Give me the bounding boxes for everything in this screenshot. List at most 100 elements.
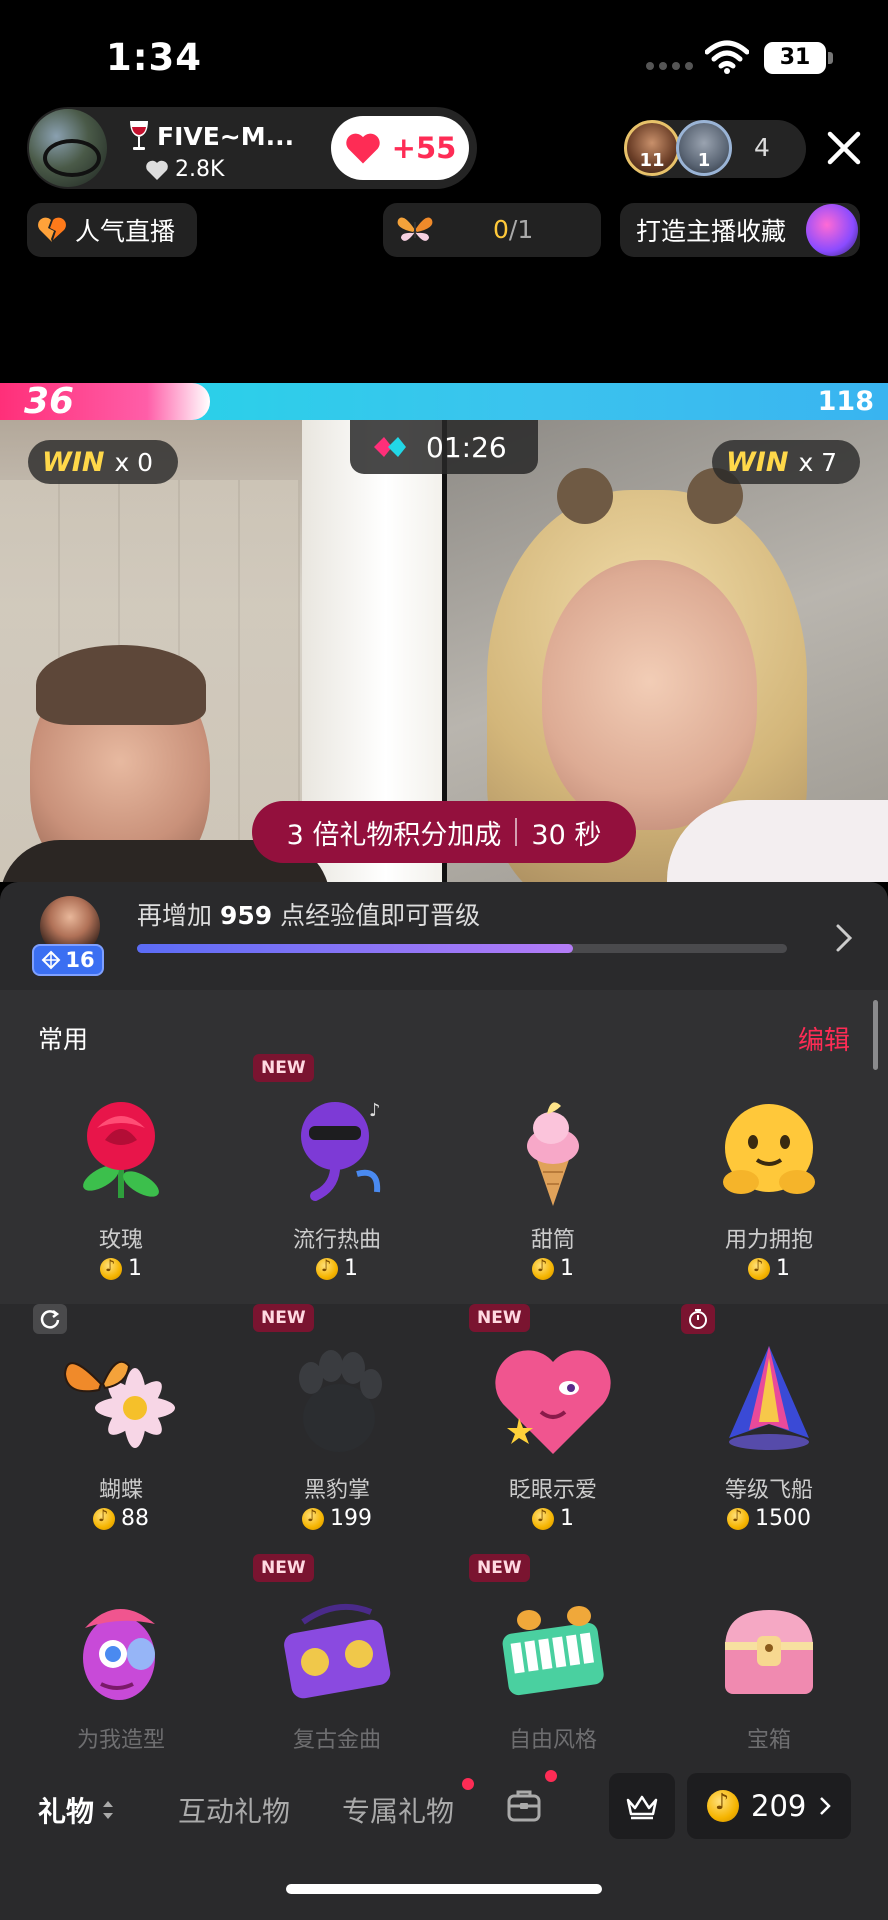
coin-icon xyxy=(532,1506,554,1530)
task-total: /1 xyxy=(508,215,534,244)
crown-icon xyxy=(626,1795,658,1820)
follow-button[interactable]: +55 xyxy=(331,116,469,180)
hug-emoji-icon xyxy=(723,1104,815,1194)
sort-icon xyxy=(103,1801,114,1819)
gift-item-rose[interactable]: 玫瑰 1 xyxy=(13,1070,229,1290)
win-label: WIN xyxy=(42,446,105,478)
popular-live-chip[interactable]: 人气直播 xyxy=(27,203,197,257)
battle-left-score: 36 xyxy=(24,381,75,422)
section-title: 常用 xyxy=(38,1025,89,1054)
viewer-avatar[interactable]: 11 xyxy=(624,120,680,176)
level-progress-track xyxy=(137,944,787,953)
gift-name: 流行热曲 xyxy=(292,1228,381,1253)
level-text-suffix: 点经验值即可晋级 xyxy=(280,901,481,930)
coin-icon xyxy=(93,1506,115,1530)
gift-price-value: 1 xyxy=(344,1256,358,1281)
gift-item-ice-cream[interactable]: 甜筒 1 xyxy=(445,1070,661,1290)
coin-icon xyxy=(100,1256,122,1280)
gift-item-butterfly[interactable]: 蝴蝶 88 xyxy=(13,1304,229,1540)
win-count: x 7 xyxy=(798,447,838,477)
gift-name: 甜筒 xyxy=(530,1228,575,1253)
person-hair xyxy=(36,645,206,725)
coin-icon xyxy=(748,1256,770,1280)
level-message: 再增加 959 点经验值即可晋级 xyxy=(137,896,480,932)
vs-icon xyxy=(374,437,406,457)
person-face xyxy=(542,560,757,830)
vip-button[interactable] xyxy=(609,1773,675,1839)
coin-icon xyxy=(302,1506,324,1530)
tab-gift[interactable]: 礼物 xyxy=(38,1790,116,1830)
viewer-rank: 11 xyxy=(639,150,665,171)
gift-item-panther-paw[interactable]: NEW 黑豹掌 199 xyxy=(229,1304,445,1540)
level-progress-panel[interactable]: 16 再增加 959 点经验值即可晋级 xyxy=(0,882,888,990)
gift-price: 1 xyxy=(445,1256,661,1281)
gift-item-style-me[interactable]: 为我造型 xyxy=(13,1570,229,1790)
gift-boost-banner: 3 倍礼物积分加成 30 秒 xyxy=(252,801,636,863)
viewer-rank: 1 xyxy=(697,150,711,171)
gift-item-retro-song[interactable]: NEW 复古金曲 xyxy=(229,1554,445,1790)
gift-price-value: 1 xyxy=(560,1506,574,1531)
close-icon[interactable] xyxy=(824,128,864,168)
viewer-list[interactable]: 11 1 4 xyxy=(624,120,806,178)
scrollbar[interactable] xyxy=(873,1000,878,1070)
edit-button[interactable]: 编辑 xyxy=(798,1020,850,1057)
gift-name: 蝴蝶 xyxy=(98,1478,143,1503)
level-badge: 16 xyxy=(32,944,104,976)
gift-item-treasure-chest[interactable]: 宝箱 xyxy=(661,1570,877,1790)
level-points: 959 xyxy=(219,901,273,930)
coin-icon xyxy=(532,1256,554,1280)
level-text-prefix: 再增加 xyxy=(137,901,213,930)
gift-name: 为我造型 xyxy=(76,1728,165,1753)
gift-price-value: 1 xyxy=(560,1256,574,1281)
ice-cream-icon xyxy=(527,1102,579,1206)
new-tag: NEW xyxy=(469,1304,530,1332)
battle-timer: 01:26 xyxy=(350,420,538,474)
gift-tab-bar: 礼物 互动礼物 专属礼物 209 xyxy=(0,1770,888,1920)
style-head-icon xyxy=(83,1608,155,1700)
collection-chip[interactable]: 打造主播收藏 xyxy=(620,203,860,257)
gift-price-value: 199 xyxy=(330,1506,372,1531)
tab-exclusive-gifts[interactable]: 专属礼物 xyxy=(342,1790,454,1830)
gift-item-wink-heart[interactable]: NEW 眨眼示爱 1 xyxy=(445,1304,661,1540)
gift-item-hug[interactable]: 用力拥抱 1 xyxy=(661,1070,877,1290)
tab-interactive-gifts[interactable]: 互动礼物 xyxy=(178,1790,290,1830)
gift-item-freestyle[interactable]: NEW 自由风格 xyxy=(445,1554,661,1790)
gift-name: 玫瑰 xyxy=(98,1228,143,1253)
boost-text: 3 倍礼物积分加成 xyxy=(286,819,502,851)
gift-price: 1500 xyxy=(661,1506,877,1531)
butterfly-flower-icon xyxy=(63,1360,175,1448)
gift-price-value: 1500 xyxy=(755,1506,811,1531)
recharge-button[interactable]: 209 xyxy=(687,1773,851,1839)
coin-icon xyxy=(707,1790,739,1822)
home-indicator[interactable] xyxy=(286,1884,602,1894)
gift-price-value: 1 xyxy=(776,1256,790,1281)
task-current: 0 xyxy=(493,215,509,244)
svg-text:♪: ♪ xyxy=(369,1100,381,1121)
viewer-avatar[interactable]: 1 xyxy=(676,120,732,176)
wine-glass-icon xyxy=(130,121,148,150)
chevron-right-icon xyxy=(820,1797,832,1815)
viewer-count: 4 xyxy=(754,133,770,162)
gift-item-pop-song[interactable]: NEW ♪ 流行热曲 1 xyxy=(229,1054,445,1290)
chevron-right-icon[interactable] xyxy=(832,922,856,954)
gift-name: 等级飞船 xyxy=(724,1478,813,1503)
host-avatar[interactable] xyxy=(29,109,107,187)
refresh-icon xyxy=(33,1304,67,1334)
backpack-icon[interactable] xyxy=(505,1786,543,1824)
tab-gift-label: 礼物 xyxy=(38,1795,95,1828)
right-win-badge: WIN x 7 xyxy=(712,440,860,484)
new-tag: NEW xyxy=(469,1554,530,1582)
butterfly-icon xyxy=(397,217,433,241)
boost-time: 30 秒 xyxy=(531,819,602,851)
microphone-icon: ♪ xyxy=(301,1100,381,1201)
follow-plus-label: +55 xyxy=(391,131,457,165)
level-progress-fill xyxy=(137,944,573,953)
host-info-pill[interactable]: FIVE~M... 2.8K +55 xyxy=(27,107,477,189)
task-progress-chip[interactable]: 0/1 xyxy=(383,203,601,257)
gift-panel: 常用 编辑 玫瑰 1 NEW ♪ 流行热曲 1 xyxy=(0,990,888,1770)
gift-item-level-ship[interactable]: 等级飞船 1500 xyxy=(661,1304,877,1540)
battle-right-score: 118 xyxy=(817,386,874,417)
gift-price-value: 1 xyxy=(128,1256,142,1281)
win-count: x 0 xyxy=(114,447,154,477)
gift-price-value: 88 xyxy=(121,1506,149,1531)
